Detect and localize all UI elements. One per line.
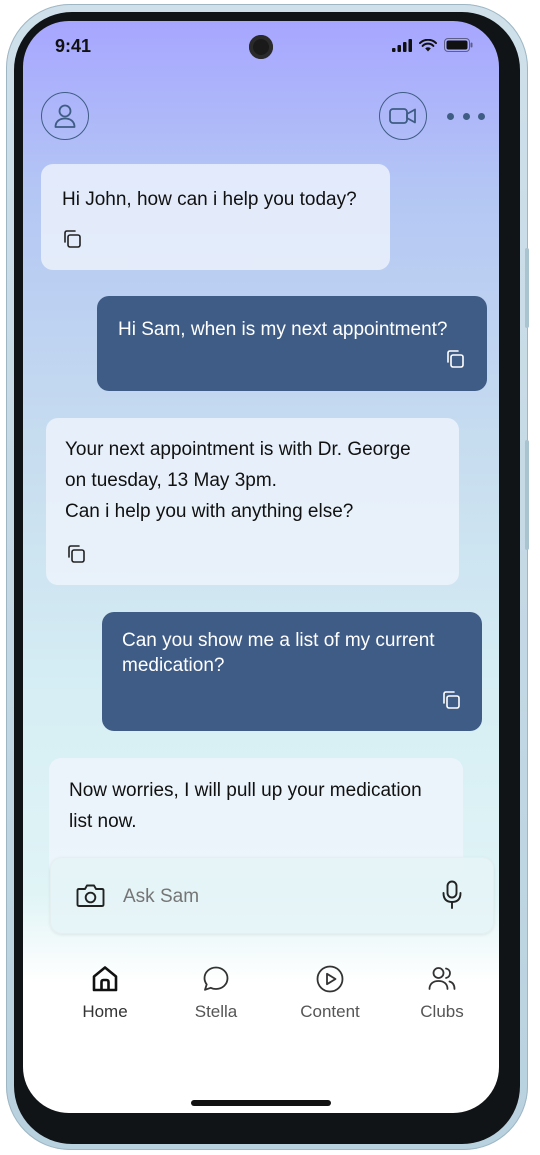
user-message: Hi Sam, when is my next appointment?	[97, 296, 487, 391]
copy-icon[interactable]	[65, 543, 87, 565]
status-time: 9:41	[55, 36, 92, 56]
bot-message: Hi John, how can i help you today?	[41, 164, 390, 270]
battery-icon	[444, 38, 473, 52]
person-icon	[54, 104, 76, 128]
chat-bubble-icon	[203, 966, 229, 991]
ask-sam-input[interactable]	[121, 876, 425, 918]
app-screen: 9:41 Hi John, how can i help you today? …	[23, 21, 499, 1113]
profile-button[interactable]	[41, 92, 89, 140]
more-dots-icon	[447, 112, 454, 120]
home-indicator	[191, 1100, 331, 1106]
copy-icon[interactable]	[444, 348, 466, 370]
message-text: Hi John, how can i help you today?	[62, 189, 357, 210]
bot-message: Your next appointment is with Dr. George…	[46, 418, 459, 585]
cellular-signal-icon	[392, 38, 412, 52]
chat-input-bar	[50, 857, 494, 934]
volume-up-button	[525, 248, 529, 328]
people-icon	[428, 967, 456, 990]
message-line: Now worries, I will pull up your medicat…	[69, 780, 422, 801]
message-text: Hi Sam, when is my next appointment?	[118, 319, 448, 340]
nav-label: Stella	[194, 1002, 238, 1021]
nav-label: Clubs	[420, 1002, 464, 1021]
message-line: Can i help you with anything else?	[65, 501, 354, 522]
more-options-button[interactable]	[447, 105, 485, 127]
nav-stella[interactable]: Stella	[171, 956, 261, 1022]
video-camera-icon	[389, 108, 416, 124]
message-line: list now.	[69, 811, 137, 832]
message-line: Can you show me a list of my current	[122, 630, 435, 651]
home-icon	[92, 966, 118, 992]
message-line: Your next appointment is with Dr. George	[65, 439, 411, 460]
bottom-navigation: Home Stella Content Clubs	[23, 956, 499, 1036]
status-bar: 9:41	[23, 21, 499, 71]
message-line: medication?	[122, 655, 225, 676]
message-line: on tuesday, 13 May 3pm.	[65, 470, 277, 491]
copy-icon[interactable]	[61, 228, 83, 250]
nav-content[interactable]: Content	[285, 956, 375, 1022]
more-dot	[478, 112, 485, 120]
nav-label: Content	[300, 1002, 360, 1021]
nav-clubs[interactable]: Clubs	[397, 956, 487, 1022]
power-button	[525, 440, 529, 550]
video-call-button[interactable]	[379, 92, 427, 140]
microphone-icon[interactable]	[441, 880, 463, 910]
user-message: Can you show me a list of my current med…	[102, 612, 482, 731]
wifi-icon	[419, 38, 437, 51]
copy-icon[interactable]	[440, 689, 462, 711]
nav-label: Home	[82, 1002, 128, 1021]
more-dot	[462, 112, 470, 120]
front-camera	[249, 35, 273, 59]
nav-home[interactable]: Home	[60, 956, 150, 1022]
camera-icon[interactable]	[76, 883, 105, 908]
play-circle-icon	[316, 965, 344, 993]
status-icons	[392, 38, 473, 52]
